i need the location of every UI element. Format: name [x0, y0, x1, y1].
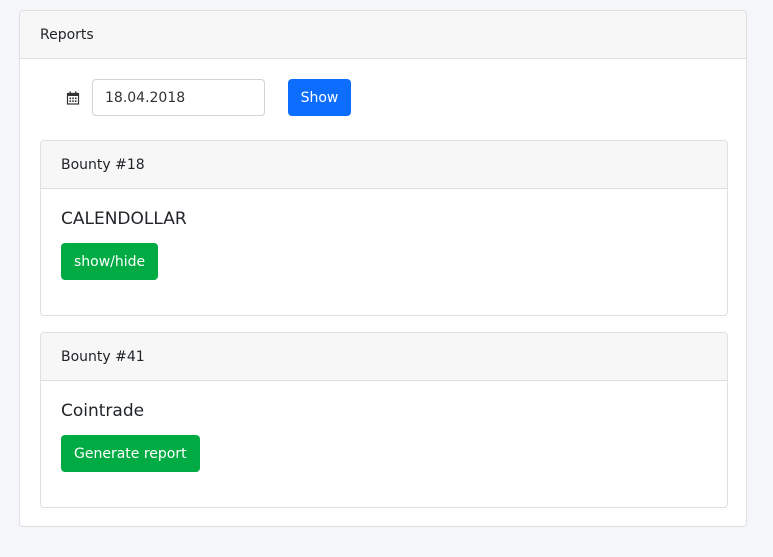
- reports-panel-header: Reports: [20, 11, 746, 59]
- bounty-card-body: Cointrade Generate report: [41, 381, 727, 472]
- panel-title: Reports: [40, 26, 94, 43]
- bounty-card: Bounty #41 Cointrade Generate report: [40, 332, 728, 508]
- bounty-card-header: Bounty #41: [41, 333, 727, 381]
- reports-panel: Reports Show Bounty #18 CALENDOLLAR: [19, 10, 747, 527]
- show-button[interactable]: Show: [288, 79, 351, 116]
- bounty-name: CALENDOLLAR: [61, 209, 187, 229]
- bounty-header-label: Bounty #41: [61, 348, 145, 365]
- date-input[interactable]: [92, 79, 265, 116]
- show-hide-button[interactable]: show/hide: [61, 243, 159, 280]
- bounty-card-body: CALENDOLLAR show/hide: [41, 189, 727, 280]
- date-filter-bar: Show: [66, 79, 351, 116]
- calendar-icon: [66, 91, 80, 105]
- bounty-card-header: Bounty #18: [41, 141, 727, 189]
- bounty-header-label: Bounty #18: [61, 156, 145, 173]
- bounty-card: Bounty #18 CALENDOLLAR show/hide: [40, 140, 728, 316]
- bounty-name: Cointrade: [61, 401, 145, 421]
- generate-report-button[interactable]: Generate report: [61, 435, 200, 472]
